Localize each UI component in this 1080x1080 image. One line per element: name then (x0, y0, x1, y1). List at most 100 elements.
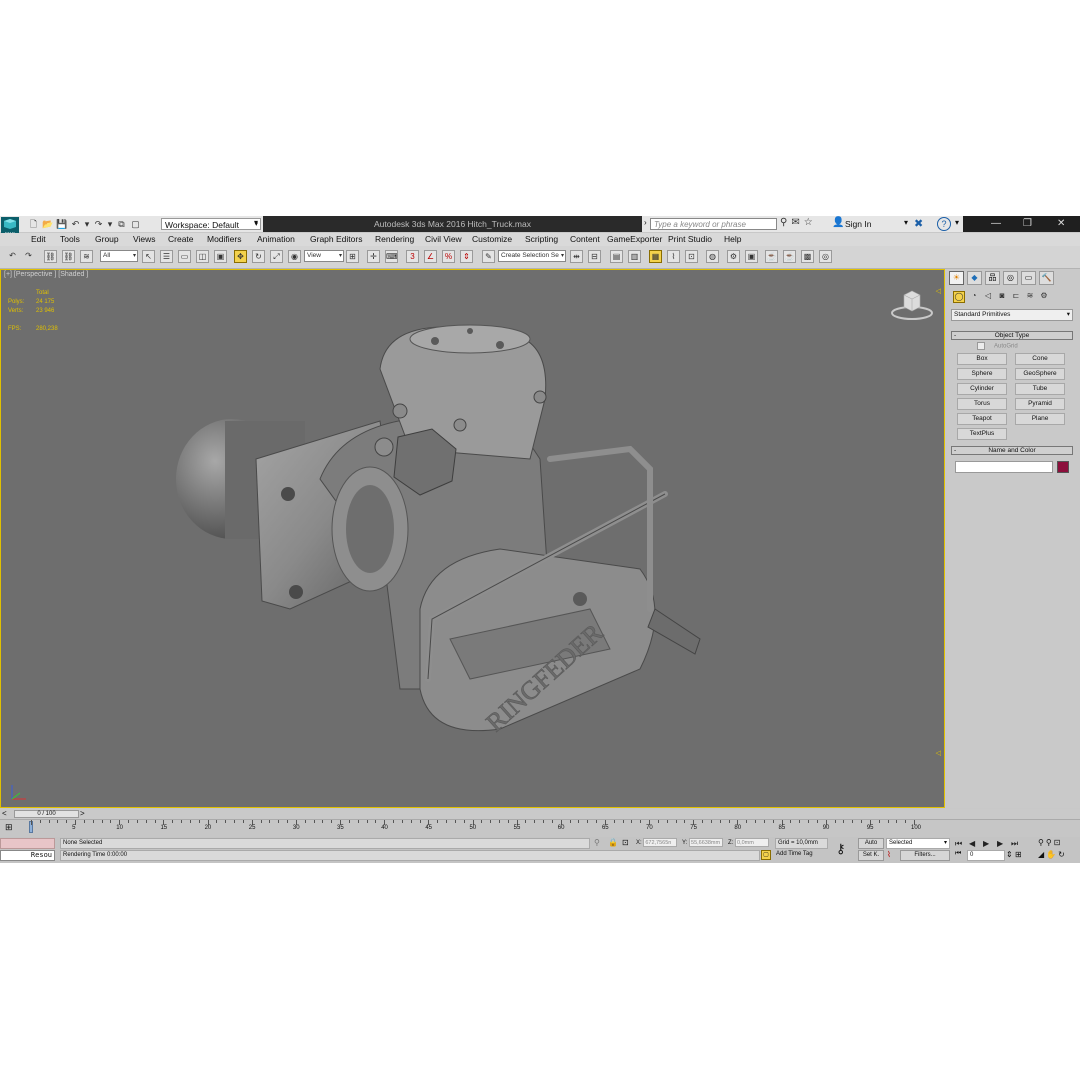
favorites-star-icon[interactable]: ☆ (804, 217, 813, 228)
object-name-input[interactable] (955, 461, 1053, 473)
named-selection-dropdown[interactable]: Create Selection Se ▾ (498, 250, 566, 262)
geosphere-button[interactable]: GeoSphere (1015, 368, 1065, 380)
curve-editor-icon[interactable]: ⌇ (667, 250, 680, 263)
menu-print-studio[interactable]: Print Studio (668, 234, 712, 245)
selection-filter-dropdown[interactable]: All ▾ (100, 250, 138, 262)
track-bar[interactable]: ⊞ 5 10 15 20 25 30 35 40 45 50 55 60 65 70 75 80 85 90 95 1… (0, 819, 1080, 838)
teapot-button[interactable]: Teapot (957, 413, 1007, 425)
zoom-all-icon[interactable]: ⚲ (1046, 838, 1052, 847)
save-icon[interactable]: 💾 (56, 219, 67, 230)
menu-tools[interactable]: Tools (60, 234, 80, 245)
place-icon[interactable]: ◉ (288, 250, 301, 263)
communication-center-icon[interactable]: ✉ (791, 217, 799, 228)
select-and-link-icon[interactable]: ⛓ (44, 250, 57, 263)
pan-icon[interactable]: ✋ (1046, 850, 1056, 859)
viewport-label[interactable]: [+] [Perspective ] [Shaded ] (4, 271, 88, 278)
close-icon[interactable]: ✕ (1057, 216, 1065, 232)
display-tab-icon[interactable]: ▭ (1021, 271, 1036, 285)
search-arrow-icon[interactable]: › (644, 218, 647, 227)
object-type-rollout[interactable]: - Object Type (951, 331, 1073, 340)
mirror-icon[interactable]: ⇹ (570, 250, 583, 263)
name-color-rollout[interactable]: - Name and Color (951, 446, 1073, 455)
rectangle-selection-icon[interactable]: ▭ (178, 250, 191, 263)
render-iterative-icon[interactable]: ☕ (783, 250, 796, 263)
autogrid-checkbox[interactable]: AutoGrid (977, 342, 1018, 350)
menu-views[interactable]: Views (133, 234, 156, 245)
time-next-icon[interactable]: > (80, 809, 85, 818)
binoculars-icon[interactable]: ⚲ (780, 217, 787, 228)
redo-icon[interactable]: ↷ (93, 219, 104, 230)
workspace-dropdown[interactable]: Workspace: Default ▾ (161, 218, 261, 230)
user-icon[interactable]: 👤 (832, 217, 844, 228)
geometry-icon[interactable]: ◯ (953, 291, 965, 303)
render-setup-icon[interactable]: ⚙ (727, 250, 740, 263)
keyboard-shortcut-toggle-icon[interactable]: ⌨ (385, 250, 398, 263)
mini-curve-editor-icon[interactable]: ⊞ (5, 822, 13, 833)
textplus-button[interactable]: TextPlus (957, 428, 1007, 440)
chevron-down-icon[interactable]: ▾ (955, 218, 959, 227)
spinner-snap-icon[interactable]: ⇕ (460, 250, 473, 263)
undo-icon[interactable]: ↶ (6, 250, 19, 263)
help-search-input[interactable]: Type a keyword or phrase (650, 218, 777, 230)
cameras-icon[interactable]: ◙ (997, 291, 1007, 301)
z-field[interactable]: 0,0mm (735, 838, 770, 847)
cone-button[interactable]: Cone (1015, 353, 1065, 365)
menu-content[interactable]: Content (570, 234, 600, 245)
pivot-center-icon[interactable]: ⊞ (346, 250, 359, 263)
pyramid-button[interactable]: Pyramid (1015, 398, 1065, 410)
menu-customize[interactable]: Customize (472, 234, 512, 245)
a360-cloud-render-icon[interactable]: ◎ (819, 250, 832, 263)
time-config-icon[interactable]: ⊞ (1015, 850, 1022, 859)
add-time-tag[interactable]: Add Time Tag (774, 850, 828, 861)
set-key-button[interactable]: Set K. (858, 850, 884, 861)
new-file-icon[interactable]: 🗋 (28, 219, 39, 230)
menu-edit[interactable]: Edit (31, 234, 46, 245)
redo-icon[interactable]: ↷ (22, 250, 35, 263)
spinner-icon[interactable]: ⇕ (1006, 850, 1013, 859)
lights-icon[interactable]: ◁ (983, 291, 993, 301)
viewcube-icon[interactable] (890, 287, 934, 321)
time-slider[interactable]: 0 / 100 (14, 810, 79, 818)
y-field[interactable]: 55,6638mm (689, 838, 724, 847)
reference-coordinate-dropdown[interactable]: View ▾ (304, 250, 344, 262)
menu-civil-view[interactable]: Civil View (425, 234, 462, 245)
window-crossing-icon[interactable]: ◫ (196, 250, 209, 263)
snaps-toggle-icon[interactable]: 3 (406, 250, 419, 263)
menu-animation[interactable]: Animation (257, 234, 295, 245)
scale-icon[interactable]: ⤢ (270, 250, 283, 263)
primitive-category-dropdown[interactable]: Standard Primitives ▾ (951, 309, 1073, 321)
chevron-down-icon[interactable]: ▾ (904, 218, 908, 227)
menu-scripting[interactable]: Scripting (525, 234, 558, 245)
current-frame-input[interactable]: 0 (967, 850, 1005, 861)
key-filters-button[interactable]: Filters... (900, 850, 950, 861)
field-of-view-icon[interactable]: ◢ (1038, 850, 1044, 859)
zoom-extents-icon[interactable]: ⊡ (1054, 838, 1061, 847)
space-warps-icon[interactable]: ≋ (1025, 291, 1035, 301)
open-file-icon[interactable]: 📂 (42, 219, 53, 230)
project-folder-icon[interactable]: ⧉ (116, 219, 127, 230)
cylinder-button[interactable]: Cylinder (957, 383, 1007, 395)
rotate-icon[interactable]: ↻ (252, 250, 265, 263)
box-button[interactable]: Box (957, 353, 1007, 365)
menu-help[interactable]: Help (724, 234, 741, 245)
workspace-menu-icon[interactable]: ▾ (254, 218, 258, 227)
unlink-icon[interactable]: ⛓ (62, 250, 75, 263)
move-icon[interactable]: ✥ (234, 250, 247, 263)
perspective-viewport[interactable]: [+] [Perspective ] [Shaded ] Total Polys… (0, 269, 945, 808)
dropdown-arrow-icon[interactable]: ▾ (84, 219, 90, 230)
previous-frame-icon[interactable]: ◀ (969, 838, 975, 849)
maximize-viewport-icon[interactable]: ▢ (130, 219, 141, 230)
hierarchy-tab-icon[interactable]: 品 (985, 271, 1000, 285)
zoom-icon[interactable]: ⚲ (1038, 838, 1044, 847)
object-color-swatch[interactable] (1057, 461, 1069, 473)
absolute-mode-icon[interactable]: ⊡ (622, 838, 629, 847)
plane-button[interactable]: Plane (1015, 413, 1065, 425)
modify-tab-icon[interactable]: ◆ (967, 271, 982, 285)
scene-explorer-icon[interactable]: ▦ (649, 250, 662, 263)
percent-snap-icon[interactable]: % (442, 250, 455, 263)
helpers-icon[interactable]: ⊏ (1011, 291, 1021, 301)
select-manipulate-icon[interactable]: ✛ (367, 250, 380, 263)
undo-icon[interactable]: ↶ (70, 219, 81, 230)
schematic-view-icon[interactable]: ⊡ (685, 250, 698, 263)
time-prev-icon[interactable]: < (2, 809, 7, 818)
